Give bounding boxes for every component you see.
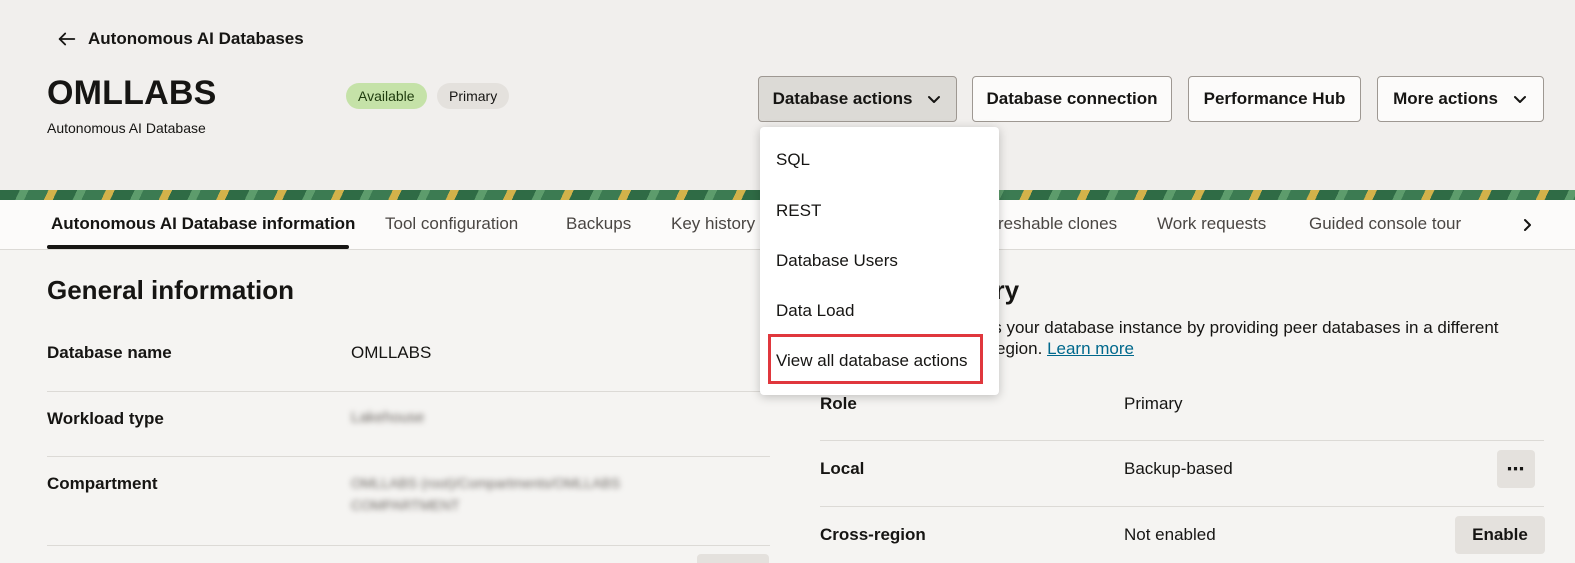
more-actions-button[interactable]: More actions bbox=[1377, 76, 1544, 122]
row-divider bbox=[47, 456, 770, 457]
general-information-title: General information bbox=[47, 275, 295, 305]
chevron-down-icon bbox=[1513, 96, 1526, 103]
more-actions-label: More actions bbox=[1393, 89, 1498, 108]
status-badge: Available bbox=[346, 83, 427, 109]
tab-work-requests[interactable]: Work requests bbox=[1157, 214, 1266, 234]
compartment-value: OMLLABS (root)/Compartments/OMLLABS bbox=[351, 475, 621, 491]
database-actions-label: Database actions bbox=[772, 89, 913, 108]
role-badge: Primary bbox=[437, 83, 510, 109]
compartment-label: Compartment bbox=[47, 474, 158, 493]
row-divider bbox=[47, 391, 770, 392]
tab-guided-console-tour[interactable]: Guided console tour bbox=[1309, 214, 1461, 234]
back-link[interactable]: Autonomous AI Databases bbox=[56, 28, 304, 50]
workload-type-value: Lakehouse bbox=[351, 409, 425, 426]
performance-hub-label: Performance Hub bbox=[1203, 89, 1346, 108]
workload-type-label: Workload type bbox=[47, 409, 164, 428]
local-label: Local bbox=[820, 459, 865, 478]
page-title: OMLLABS bbox=[47, 74, 217, 112]
tab-overflow-fade bbox=[1490, 200, 1510, 249]
role-value: Primary bbox=[1124, 394, 1183, 413]
chevron-right-icon bbox=[1524, 219, 1531, 231]
selected-tab-indicator bbox=[47, 245, 349, 249]
chevron-down-icon bbox=[928, 96, 941, 103]
local-more-actions-button[interactable]: ⋯ bbox=[1497, 450, 1535, 488]
tab-scroll-next-button[interactable] bbox=[1512, 210, 1542, 240]
menu-item-rest[interactable]: REST bbox=[776, 201, 821, 221]
tab-refreshable-clones[interactable]: reshable clones bbox=[998, 214, 1117, 234]
row-divider bbox=[820, 506, 1544, 507]
recovery-help-line1: cts your database instance by providing … bbox=[980, 318, 1499, 337]
database-actions-button[interactable]: Database actions bbox=[758, 76, 957, 122]
tab-key-history[interactable]: Key history bbox=[671, 214, 755, 234]
back-link-label: Autonomous AI Databases bbox=[88, 29, 304, 48]
menu-item-database-users[interactable]: Database Users bbox=[776, 251, 898, 271]
tab-tool-configuration[interactable]: Tool configuration bbox=[385, 214, 518, 234]
tab-backups[interactable]: Backups bbox=[566, 214, 631, 234]
database-connection-button[interactable]: Database connection bbox=[972, 76, 1172, 122]
row-divider bbox=[47, 545, 770, 546]
database-connection-label: Database connection bbox=[986, 89, 1158, 108]
partial-button[interactable] bbox=[697, 554, 769, 563]
role-label: Role bbox=[820, 394, 857, 413]
learn-more-link[interactable]: Learn more bbox=[1047, 339, 1134, 358]
more-options-icon: ⋯ bbox=[1506, 458, 1526, 479]
performance-hub-button[interactable]: Performance Hub bbox=[1188, 76, 1361, 122]
recovery-help-text: egion. bbox=[996, 339, 1043, 358]
cross-region-value: Not enabled bbox=[1124, 525, 1216, 544]
row-divider bbox=[820, 440, 1544, 441]
enable-button[interactable]: Enable bbox=[1455, 516, 1545, 554]
compartment-value-line2: COMPARTMENT bbox=[351, 497, 460, 513]
database-actions-menu: SQL REST Database Users Data Load View a… bbox=[760, 127, 999, 395]
menu-item-data-load[interactable]: Data Load bbox=[776, 301, 854, 321]
database-name-label: Database name bbox=[47, 343, 172, 362]
arrow-left-icon bbox=[58, 32, 76, 46]
menu-item-sql[interactable]: SQL bbox=[776, 150, 810, 170]
cross-region-label: Cross-region bbox=[820, 525, 926, 544]
tab-database-information[interactable]: Autonomous AI Database information bbox=[51, 214, 355, 234]
database-name-value: OMLLABS bbox=[351, 343, 432, 362]
local-value: Backup-based bbox=[1124, 459, 1233, 478]
recovery-help-line2: egion. Learn more bbox=[996, 338, 1134, 359]
highlight-box bbox=[768, 334, 983, 384]
page-subtitle: Autonomous AI Database bbox=[47, 120, 206, 136]
